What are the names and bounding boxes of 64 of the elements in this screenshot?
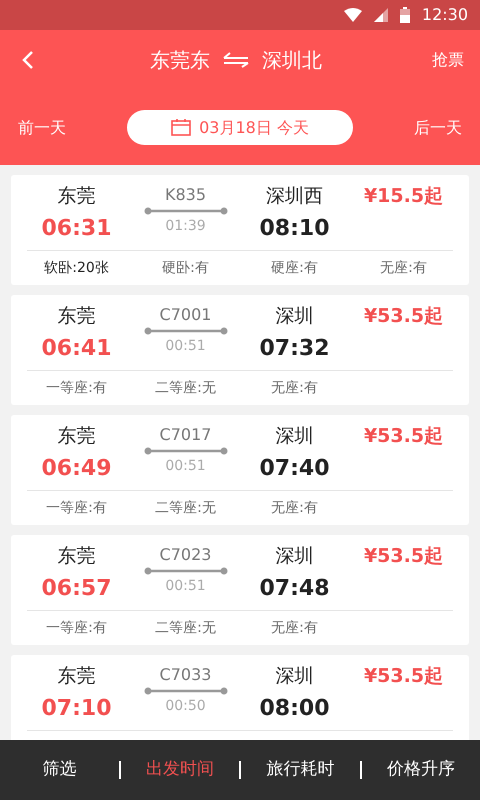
seat-availability: 无座:有 xyxy=(270,378,319,398)
arrival-time: 08:10 xyxy=(259,215,330,243)
departure-station: 东莞 xyxy=(58,424,96,449)
arrival-time: 07:48 xyxy=(259,575,330,603)
arrival-station: 深圳 xyxy=(276,304,314,329)
travel-duration: 00:50 xyxy=(165,697,206,716)
sort-tab[interactable]: 旅行耗时 xyxy=(241,757,360,783)
departure-station: 东莞 xyxy=(58,184,96,209)
seat-availability: 无座:有 xyxy=(270,618,319,638)
seat-availability: 硬座:有 xyxy=(270,258,319,278)
departure-time: 06:31 xyxy=(41,215,112,243)
arrival-station: 深圳 xyxy=(276,664,314,689)
battery-icon xyxy=(400,7,410,23)
wifi-icon xyxy=(344,8,362,22)
ticket-price: ¥53.5起 xyxy=(364,424,444,449)
ticket-price: ¥53.5起 xyxy=(364,544,444,569)
departure-time: 06:41 xyxy=(41,335,112,363)
departure-time: 06:49 xyxy=(41,455,112,483)
seat-availability: 二等座:无 xyxy=(154,498,217,518)
travel-duration: 00:51 xyxy=(165,577,206,596)
arrival-time: 07:40 xyxy=(259,455,330,483)
travel-duration: 01:39 xyxy=(165,217,206,236)
calendar-icon xyxy=(171,119,192,136)
arrival-station: 深圳西 xyxy=(266,184,323,209)
train-number: C7017 xyxy=(160,424,212,446)
seat-availability: 无座:有 xyxy=(379,258,428,278)
departure-station: 东莞 xyxy=(58,304,96,329)
train-card[interactable]: 东莞 06:57 C7023 00:51 深圳 07:48 ¥53.5起 一等座:有 二等座:无 无座:有 xyxy=(11,535,469,645)
seat-availability: 一等座:有 xyxy=(45,498,108,518)
departure-station: 东莞 xyxy=(58,544,96,569)
clock-time: 12:30 xyxy=(422,4,468,26)
signal-icon xyxy=(374,8,388,22)
train-number: C7023 xyxy=(160,544,212,566)
seat-availability: 硬卧:有 xyxy=(161,258,210,278)
train-number: K835 xyxy=(164,184,206,206)
arrival-time: 08:00 xyxy=(259,695,330,723)
seat-availability: 一等座:有 xyxy=(45,378,108,398)
seat-availability: 一等座:有 xyxy=(45,618,108,638)
ticket-price: ¥53.5起 xyxy=(364,664,444,689)
sort-tab[interactable]: 出发时间 xyxy=(120,757,239,783)
sort-tab[interactable]: 价格升序 xyxy=(362,757,480,783)
sort-tab[interactable]: 筛选 xyxy=(0,757,118,783)
train-number: C7001 xyxy=(160,304,212,326)
arrival-station: 深圳 xyxy=(276,424,314,449)
back-icon[interactable] xyxy=(22,50,34,70)
travel-duration: 00:51 xyxy=(165,457,206,476)
train-number: C7033 xyxy=(160,664,212,686)
seat-availability: 二等座:无 xyxy=(154,618,217,638)
train-card[interactable]: 东莞 06:31 K835 01:39 深圳西 08:10 ¥15.5起 软卧:20张 硬卧:有 硬座:有 无座:有 xyxy=(11,175,469,285)
train-card[interactable]: 东莞 07:10 C7033 00:50 深圳 08:00 ¥53.5起 xyxy=(11,655,469,740)
seat-availability: 无座:有 xyxy=(270,498,319,518)
seat-availability: 二等座:无 xyxy=(154,378,217,398)
departure-station: 东莞 xyxy=(58,664,96,689)
train-card[interactable]: 东莞 06:41 C7001 00:51 深圳 07:32 ¥53.5起 一等座:有 二等座:无 无座:有 xyxy=(11,295,469,405)
ticket-price: ¥15.5起 xyxy=(364,184,444,209)
train-card[interactable]: 东莞 06:49 C7017 00:51 深圳 07:40 ¥53.5起 一等座:有 二等座:无 无座:有 xyxy=(11,415,469,525)
travel-duration: 00:51 xyxy=(165,337,206,356)
seat-availability: 软卧:20张 xyxy=(43,258,110,278)
swap-icon[interactable] xyxy=(222,52,250,68)
arrival-time: 07:32 xyxy=(259,335,330,363)
departure-time: 06:57 xyxy=(41,575,112,603)
ticket-price: ¥53.5起 xyxy=(364,304,444,329)
arrival-station: 深圳 xyxy=(276,544,314,569)
departure-time: 07:10 xyxy=(41,695,112,723)
